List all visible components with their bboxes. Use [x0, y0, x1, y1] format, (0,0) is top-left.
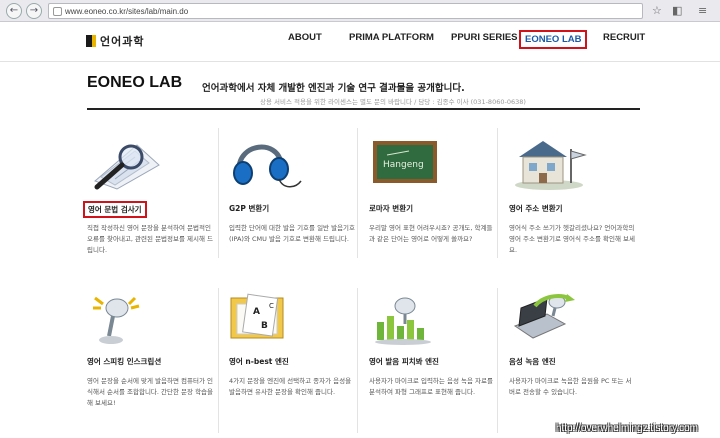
svg-text:C: C: [269, 302, 274, 310]
forward-arrow-icon: →: [29, 5, 39, 16]
grid-divider: [357, 128, 358, 258]
grid-divider: [357, 288, 358, 433]
grid-divider: [218, 288, 219, 433]
address-bar[interactable]: www.eoneo.co.kr/sites/lab/main.do: [48, 3, 643, 19]
back-button[interactable]: ←: [6, 3, 22, 19]
card-description: 4가지 문장을 엔진에 선택하고 종자가 음성을 발음하면 유사한 문장을 확인…: [229, 377, 352, 396]
card-title[interactable]: 영어 n-best 엔진: [229, 356, 289, 367]
card-title[interactable]: 영어 발음 피치봐 엔진: [369, 356, 439, 367]
nav-prima-platform[interactable]: PRIMA PLATFORM: [349, 32, 434, 43]
laptop-mic-icon: [513, 294, 575, 339]
card-description: 직접 작성하신 영어 문장을 분석하여 문법적인 오류를 찾아내고, 관련된 문…: [87, 224, 214, 254]
page-description: 언어과학에서 자체 개발한 엔진과 기술 연구 결과물을 공개합니다.: [202, 83, 465, 94]
extension-icon[interactable]: ◧: [672, 4, 682, 18]
card-title[interactable]: G2P 변환기: [229, 203, 269, 214]
url-text: www.eoneo.co.kr/sites/lab/main.do: [65, 7, 189, 16]
card-description: 입력한 단어에 대한 발음 기호를 일반 발음기호(IPA)와 CMU 발음 기…: [229, 224, 356, 243]
notebook-abc-icon: A B C: [230, 293, 284, 339]
title-divider: [87, 108, 640, 110]
star-icon[interactable]: ☆: [652, 4, 662, 18]
magnifier-document-icon: [94, 144, 160, 190]
card-title[interactable]: 영어 문법 검사기: [83, 201, 147, 218]
mic-bar-chart-icon: [375, 297, 431, 345]
site-logo[interactable]: 언어과학: [86, 34, 144, 48]
page: ← → www.eoneo.co.kr/sites/lab/main.do ☆ …: [0, 0, 720, 438]
forward-button[interactable]: →: [26, 3, 42, 19]
logo-text: 언어과학: [100, 35, 145, 48]
grid-divider: [218, 128, 219, 258]
card-description: 사용자가 마이크로 입력하는 음성 녹음 자료를 분석하여 파형 그래프로 표현…: [369, 377, 493, 396]
nav-about[interactable]: ABOUT: [288, 32, 322, 43]
board-text: Hangeng: [383, 160, 424, 170]
watermark: http://overwhelmingz.tistory.com: [555, 423, 698, 434]
card-title[interactable]: 음성 녹음 엔진: [509, 356, 556, 367]
card-description: 사용자가 마이크로 녹음한 음원을 PC 또는 서버로 전송할 수 있습니다.: [509, 377, 632, 396]
card-description: 우리말 영어 표현 어려우시죠? 공개도, 학계들과 같은 단어는 영어로 어떻…: [369, 224, 493, 243]
headphones-icon: [233, 144, 302, 188]
site-header: 언어과학 ABOUT PRIMA PLATFORM PPURI SERIES E…: [0, 22, 720, 62]
card-title[interactable]: 영어 스피킹 인스크립션: [87, 356, 161, 367]
card-description: 영어 문장을 순서에 맞게 발음하면 컴퓨터가 인식해서 순서를 조합합니다. …: [87, 377, 214, 407]
card-title[interactable]: 로마자 변환기: [369, 203, 413, 214]
microphone-icon: [93, 296, 140, 344]
page-icon: [53, 7, 62, 16]
browser-toolbar: ← → www.eoneo.co.kr/sites/lab/main.do ☆ …: [0, 0, 720, 22]
svg-text:B: B: [261, 321, 268, 331]
nav-eoneo-lab[interactable]: EONEO LAB: [519, 30, 588, 49]
nav-ppuri-series[interactable]: PPURI SERIES: [451, 32, 518, 43]
nav-recruit[interactable]: RECRUIT: [603, 32, 645, 43]
menu-icon[interactable]: ≡: [698, 4, 707, 18]
license-contact: 상용 서비스 적용을 위한 라이센스는 별도 문의 바랍니다 / 담당 : 김종…: [260, 98, 526, 106]
grid-divider: [497, 288, 498, 433]
logo-mark-icon: [86, 35, 96, 47]
chalkboard-icon: Hangeng: [373, 141, 437, 183]
card-title[interactable]: 영어 주소 변환기: [509, 203, 563, 214]
house-icon: [515, 141, 587, 190]
back-arrow-icon: ←: [9, 5, 19, 16]
svg-text:A: A: [253, 307, 260, 317]
page-title: EONEO LAB: [87, 74, 183, 91]
card-description: 영어식 주소 쓰기가 헷갈리셨나요? 언어과학의 영어 주소 변환기로 영어식 …: [509, 224, 636, 254]
grid-divider: [497, 128, 498, 258]
